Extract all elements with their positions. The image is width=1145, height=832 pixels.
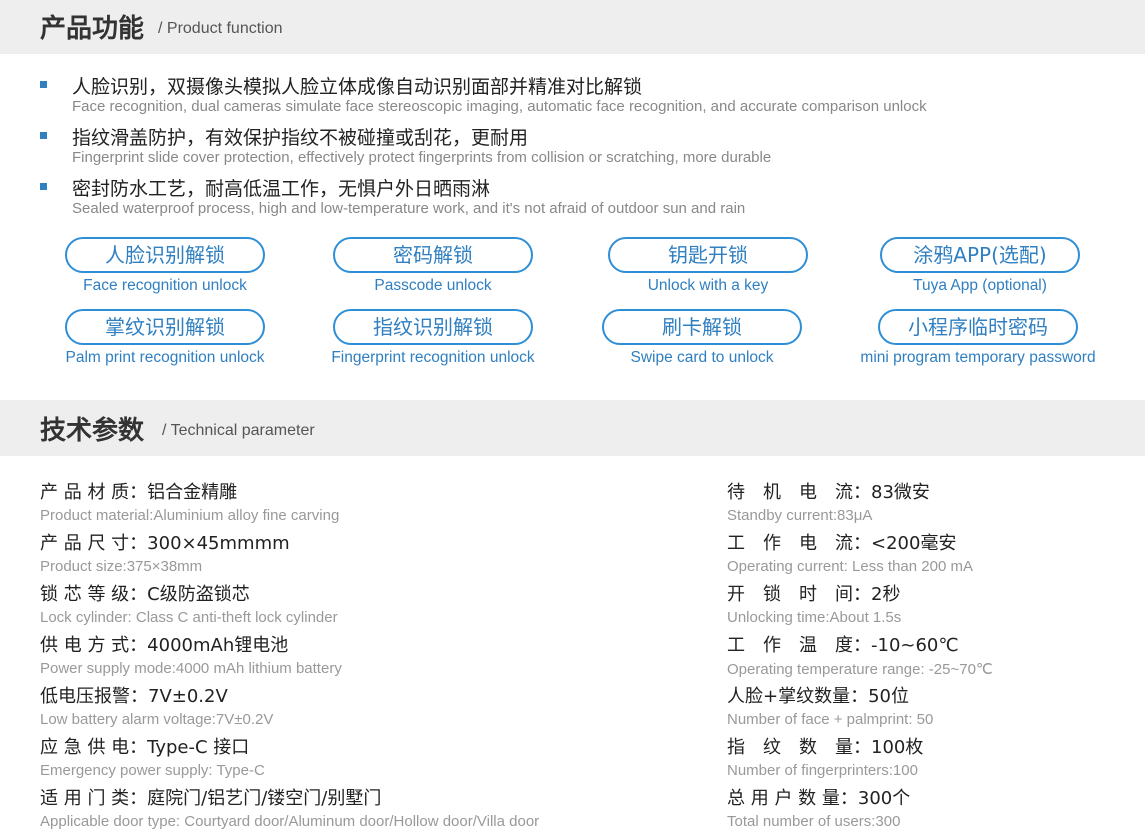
spec-label-en: Product material:Aluminium alloy fine ca… xyxy=(40,507,340,524)
feature-zh: 人脸识别，双摄像头模拟人脸立体成像自动识别面部并精准对比解锁 xyxy=(72,76,643,98)
spec-label-zh: 工 作 温 度：-10~60℃ xyxy=(727,635,959,656)
spec-label-en: Emergency power supply: Type-C xyxy=(40,762,265,779)
spec-lock-cylinder: 锁 芯 等 级：C级防盗锁芯 Lock cylinder: Class C an… xyxy=(40,580,338,626)
bullet-icon xyxy=(40,132,47,139)
spec-label-zh: 低电压报警：7V±0.2V xyxy=(40,686,228,707)
unlock-method-caption: Unlock with a key xyxy=(647,277,769,294)
unlock-method-pill: 钥匙开锁 xyxy=(608,237,808,273)
spec-low-battery: 低电压报警：7V±0.2V Low battery alarm voltage:… xyxy=(40,682,273,728)
unlock-method-pill: 密码解锁 xyxy=(333,237,533,273)
spec-label-en: Power supply mode:4000 mAh lithium batte… xyxy=(40,660,342,677)
spec-operating-current: 工 作 电 流：<200毫安 Operating current: Less t… xyxy=(727,529,973,575)
unlock-method-pill: 涂鸦APP(选配) xyxy=(880,237,1080,273)
spec-label-en: Low battery alarm voltage:7V±0.2V xyxy=(40,711,274,728)
spec-label-en: Number of fingerprinters:100 xyxy=(727,762,918,779)
spec-label-zh: 人脸+掌纹数量：50位 xyxy=(727,686,909,707)
product-function-header: 产品功能 / Product function xyxy=(0,0,1145,54)
section-title-en: / Technical parameter xyxy=(162,422,315,439)
spec-label-en: Operating current: Less than 200 mA xyxy=(727,558,973,575)
spec-label-zh: 待 机 电 流：83微安 xyxy=(727,482,930,503)
spec-material: 产 品 材 质：铝合金精雕 Product material:Aluminium… xyxy=(40,478,339,524)
spec-label-zh: 指 纹 数 量：100枚 xyxy=(727,737,924,758)
spec-fingerprint-count: 指 纹 数 量：100枚 Number of fingerprinters:10… xyxy=(727,733,923,779)
unlock-method-passcode: 密码解锁 Passcode unlock xyxy=(303,237,563,295)
spec-label-en: Standby current:83μA xyxy=(727,507,873,524)
unlock-method-pill: 掌纹识别解锁 xyxy=(65,309,265,345)
spec-label-zh: 适 用 门 类：庭院门/铝艺门/镂空门/别墅门 xyxy=(40,788,382,809)
section-title-zh: 技术参数 xyxy=(40,416,145,446)
unlock-method-caption: Face recognition unlock xyxy=(83,277,247,294)
spec-label-en: Product size:375×38mm xyxy=(40,558,203,575)
spec-power-supply: 供 电 方 式：4000mAh锂电池 Power supply mode:400… xyxy=(40,631,342,677)
unlock-method-tuya-app: 涂鸦APP(选配) Tuya App (optional) xyxy=(850,237,1110,295)
bullet-icon xyxy=(40,183,47,190)
technical-parameter-header: 技术参数 / Technical parameter xyxy=(0,400,1145,456)
spec-emergency-power: 应 急 供 电：Type-C 接口 Emergency power supply… xyxy=(40,733,265,779)
spec-label-zh: 开 锁 时 间：2秒 xyxy=(727,584,901,605)
spec-door-type: 适 用 门 类：庭院门/铝艺门/镂空门/别墅门 Applicable door … xyxy=(40,784,539,830)
spec-label-en: Number of face + palmprint: 50 xyxy=(727,711,934,728)
spec-unlocking-time: 开 锁 时 间：2秒 Unlocking time:About 1.5s xyxy=(727,580,901,626)
section-title-en: / Product function xyxy=(158,20,283,37)
spec-label-zh: 应 急 供 电：Type-C 接口 xyxy=(40,737,250,758)
spec-label-zh: 产 品 尺 寸：300×45mmmm xyxy=(40,533,290,554)
unlock-method-caption: Fingerprint recognition unlock xyxy=(331,349,535,366)
unlock-method-caption: Swipe card to unlock xyxy=(630,349,774,366)
spec-label-en: Total number of users:300 xyxy=(727,813,901,830)
feature-zh: 指纹滑盖防护，有效保护指纹不被碰撞或刮花，更耐用 xyxy=(72,127,529,149)
spec-label-zh: 总 用 户 数 量：300个 xyxy=(727,788,911,809)
spec-label-zh: 锁 芯 等 级：C级防盗锁芯 xyxy=(40,584,250,605)
spec-size: 产 品 尺 寸：300×45mmmm Product size:375×38mm xyxy=(40,529,290,575)
unlock-method-pill: 人脸识别解锁 xyxy=(65,237,265,273)
unlock-method-pill: 指纹识别解锁 xyxy=(333,309,533,345)
spec-label-en: Unlocking time:About 1.5s xyxy=(727,609,902,626)
feature-en: Sealed waterproof process, high and low-… xyxy=(72,200,746,217)
unlock-method-fingerprint: 指纹识别解锁 Fingerprint recognition unlock xyxy=(303,309,563,367)
feature-en: Fingerprint slide cover protection, effe… xyxy=(72,149,772,166)
spec-label-zh: 供 电 方 式：4000mAh锂电池 xyxy=(40,635,289,656)
spec-label-zh: 工 作 电 流：<200毫安 xyxy=(727,533,957,554)
unlock-method-card: 刷卡解锁 Swipe card to unlock xyxy=(572,309,832,367)
section-title-zh: 产品功能 xyxy=(40,14,145,44)
unlock-method-palm: 掌纹识别解锁 Palm print recognition unlock xyxy=(35,309,295,367)
unlock-method-caption: Passcode unlock xyxy=(374,277,492,294)
spec-label-en: Lock cylinder: Class C anti-theft lock c… xyxy=(40,609,338,626)
unlock-method-pill: 刷卡解锁 xyxy=(602,309,802,345)
spec-standby-current: 待 机 电 流：83微安 Standby current:83μA xyxy=(727,478,930,524)
spec-face-palm-count: 人脸+掌纹数量：50位 Number of face + palmprint: … xyxy=(727,682,933,728)
unlock-method-caption: Tuya App (optional) xyxy=(913,277,1047,294)
bullet-icon xyxy=(40,81,47,88)
feature-zh: 密封防水工艺，耐高低温工作，无惧户外日晒雨淋 xyxy=(72,178,491,200)
unlock-method-face: 人脸识别解锁 Face recognition unlock xyxy=(35,237,295,295)
unlock-method-pill: 小程序临时密码 xyxy=(878,309,1078,345)
spec-label-zh: 产 品 材 质：铝合金精雕 xyxy=(40,482,238,503)
spec-operating-temperature: 工 作 温 度：-10~60℃ Operating temperature ra… xyxy=(727,631,993,678)
unlock-method-mini-program: 小程序临时密码 mini program temporary password xyxy=(848,309,1108,367)
unlock-method-caption: Palm print recognition unlock xyxy=(65,349,265,366)
spec-label-en: Operating temperature range: -25~70℃ xyxy=(727,661,993,678)
unlock-method-caption: mini program temporary password xyxy=(860,349,1096,366)
unlock-method-key: 钥匙开锁 Unlock with a key xyxy=(578,237,838,295)
feature-en: Face recognition, dual cameras simulate … xyxy=(72,98,927,115)
spec-total-users: 总 用 户 数 量：300个 Total number of users:300 xyxy=(727,784,910,830)
spec-label-en: Applicable door type: Courtyard door/Alu… xyxy=(40,813,540,830)
